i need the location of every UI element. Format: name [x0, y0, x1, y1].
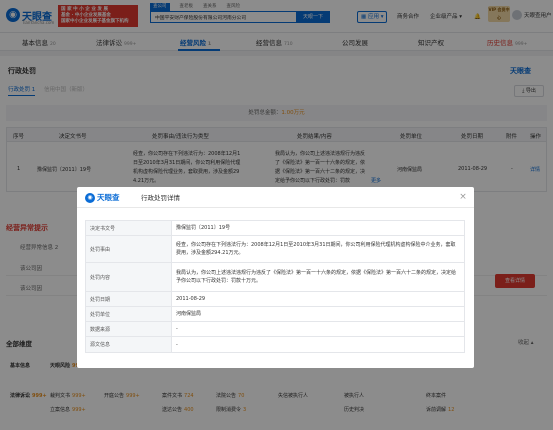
detail-key: 处罚单位 — [85, 306, 172, 322]
detail-key: 决定书文号 — [85, 220, 172, 236]
penalty-detail-modal: ◉ 天眼查 行政处罚详情 × 决定书文号 豫保监罚〔2011〕19号 处罚事由 … — [77, 187, 474, 368]
detail-value: 经查，你公司存在下列违法行为：2008年12月1日至2010年3月31日期间，你… — [171, 235, 465, 263]
close-icon[interactable]: × — [458, 192, 468, 202]
detail-key: 源文信息 — [85, 336, 172, 353]
detail-key: 处罚内容 — [85, 262, 172, 292]
detail-value: - — [171, 321, 465, 337]
detail-row: 处罚单位 河南保监局 — [85, 306, 465, 322]
detail-row: 处罚事由 经查，你公司存在下列违法行为：2008年12月1日至2010年3月31… — [85, 235, 465, 263]
detail-row: 数据来源 - — [85, 321, 465, 337]
detail-value: 豫保监罚〔2011〕19号 — [171, 220, 465, 236]
detail-row: 源文信息 - — [85, 336, 465, 353]
detail-key: 处罚日期 — [85, 291, 172, 307]
detail-value: 河南保监局 — [171, 306, 465, 322]
modal-divider — [77, 207, 474, 208]
detail-table: 决定书文号 豫保监罚〔2011〕19号 处罚事由 经查，你公司存在下列违法行为：… — [85, 220, 465, 353]
detail-value: - — [171, 336, 465, 353]
eye-logo-icon: ◉ — [85, 193, 95, 203]
detail-row: 决定书文号 豫保监罚〔2011〕19号 — [85, 220, 465, 236]
modal-title: 行政处罚详情 — [141, 194, 180, 202]
detail-row: 处罚日期 2011-08-29 — [85, 291, 465, 307]
detail-value: 2011-08-29 — [171, 291, 465, 307]
detail-key: 数据来源 — [85, 321, 172, 337]
detail-value: 我局认为，你公司上述违法违规行为违反了《保险法》第一百一十六条的规定，依据《保险… — [171, 262, 465, 292]
modal-logo-name: 天眼查 — [97, 193, 120, 202]
detail-row: 处罚内容 我局认为，你公司上述违法违规行为违反了《保险法》第一百一十六条的规定，… — [85, 262, 465, 292]
detail-key: 处罚事由 — [85, 235, 172, 263]
